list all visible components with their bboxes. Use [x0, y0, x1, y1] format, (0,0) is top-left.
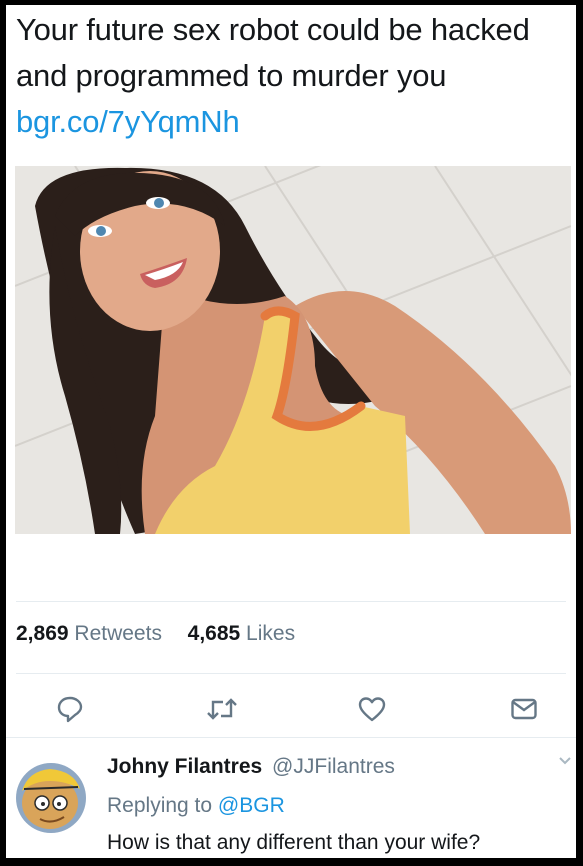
- chevron-down-icon: [559, 757, 571, 765]
- reply-author-handle[interactable]: @JJFilantres: [272, 755, 395, 778]
- reply-author-name[interactable]: Johny Filantres: [107, 755, 262, 778]
- reply-button[interactable]: [50, 689, 90, 729]
- tweet-stats: 2,869 Retweets 4,685 Likes: [16, 622, 295, 646]
- message-button[interactable]: [504, 689, 544, 729]
- reply-header: Johny Filantres @JJFilantres: [107, 755, 395, 779]
- avatar[interactable]: [16, 763, 86, 833]
- reply-tweet[interactable]: Johny Filantres @JJFilantres Replying to…: [6, 741, 576, 858]
- retweet-icon: [207, 698, 237, 720]
- retweet-button[interactable]: [202, 689, 242, 729]
- action-bar: [6, 689, 576, 729]
- message-icon: [511, 698, 537, 720]
- like-button[interactable]: [352, 689, 392, 729]
- divider-middle: [16, 673, 566, 674]
- reply-menu[interactable]: [558, 753, 572, 771]
- heart-icon: [358, 697, 386, 722]
- tweet-photo[interactable]: [15, 166, 571, 534]
- divider-top: [16, 601, 566, 602]
- retweets-count: 2,869: [16, 622, 69, 645]
- photo-illustration: [15, 166, 571, 534]
- avatar-image: [16, 763, 86, 833]
- reply-text: How is that any different than your wife…: [107, 831, 481, 854]
- tweet-text: Your future sex robot could be hacked an…: [16, 7, 571, 145]
- replying-to: Replying to @BGR: [107, 794, 285, 818]
- replying-mention[interactable]: @BGR: [218, 794, 285, 817]
- divider-bottom: [6, 737, 576, 738]
- likes-count: 4,685: [187, 622, 241, 645]
- tweet-text-body: Your future sex robot could be hacked an…: [16, 12, 530, 93]
- tweet-card: Your future sex robot could be hacked an…: [6, 5, 576, 858]
- reply-icon: [57, 696, 83, 723]
- tweet-link[interactable]: bgr.co/7yYqmNh: [16, 104, 240, 139]
- likes-label[interactable]: Likes: [246, 622, 295, 645]
- replying-prefix: Replying to: [107, 794, 213, 817]
- retweets-label[interactable]: Retweets: [74, 622, 162, 645]
